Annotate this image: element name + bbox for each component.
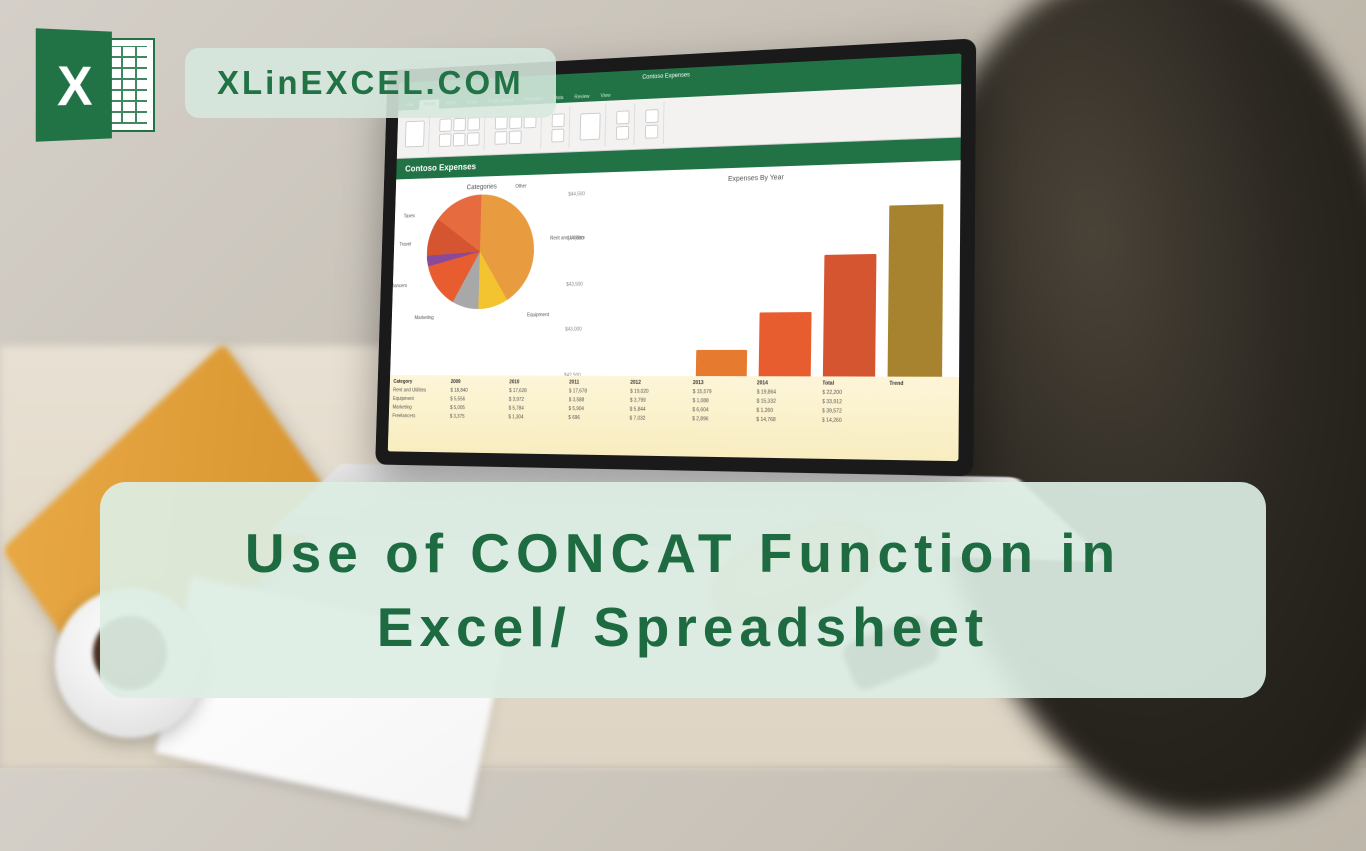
ribbon-styles bbox=[575, 105, 606, 148]
font-btn[interactable] bbox=[453, 117, 466, 131]
website-url-badge: XLinEXCEL.COM bbox=[185, 48, 556, 118]
expenses-data-table: Category 2009 2010 2011 2012 2013 2014 T… bbox=[388, 375, 959, 461]
delete-cell-btn[interactable] bbox=[616, 125, 629, 139]
categories-pie-chart: Rent and Utilities Equipment Marketing F… bbox=[425, 193, 535, 310]
font-btn[interactable] bbox=[467, 132, 480, 146]
ribbon-clipboard bbox=[400, 113, 430, 154]
font-btn[interactable] bbox=[453, 132, 466, 146]
align-btn[interactable] bbox=[509, 130, 522, 144]
window-title: Contoso Expenses bbox=[642, 72, 690, 80]
number-btn[interactable] bbox=[552, 113, 565, 127]
brand-logo: X bbox=[35, 30, 155, 140]
ribbon-editing bbox=[640, 102, 664, 145]
excel-icon-x: X bbox=[36, 28, 112, 142]
insert-cell-btn[interactable] bbox=[616, 110, 629, 124]
pie-label-taxes: Taxes bbox=[404, 213, 416, 219]
headline-badge: Use of CONCAT Function in Excel/ Spreads… bbox=[100, 482, 1266, 699]
excel-app-icon: X bbox=[35, 30, 155, 140]
font-btn[interactable] bbox=[439, 133, 452, 147]
sort-btn[interactable] bbox=[645, 109, 658, 123]
pie-label-freelancers: Freelancers bbox=[388, 283, 407, 289]
font-btn[interactable] bbox=[467, 117, 480, 131]
pie-label-travel: Travel bbox=[399, 242, 411, 248]
sheet-banner-text: Contoso Expenses bbox=[405, 162, 476, 174]
font-btn[interactable] bbox=[439, 118, 452, 132]
ribbon-cells bbox=[611, 103, 635, 146]
pie-label-marketing: Marketing bbox=[414, 315, 433, 321]
cond-format-btn[interactable] bbox=[580, 112, 601, 140]
paste-button[interactable] bbox=[405, 120, 425, 147]
find-btn[interactable] bbox=[645, 124, 659, 138]
pie-label-other: Other bbox=[515, 184, 526, 190]
website-url-text: XLinEXCEL.COM bbox=[217, 64, 524, 101]
align-btn[interactable] bbox=[494, 131, 507, 145]
number-btn[interactable] bbox=[551, 128, 564, 142]
pie-chart-title: Categories bbox=[403, 181, 563, 193]
headline-text: Use of CONCAT Function in Excel/ Spreads… bbox=[245, 522, 1121, 658]
pie-label-equip: Equipment bbox=[527, 312, 549, 318]
sheet-content: Categories Rent and Utilities Equipment … bbox=[388, 160, 961, 461]
